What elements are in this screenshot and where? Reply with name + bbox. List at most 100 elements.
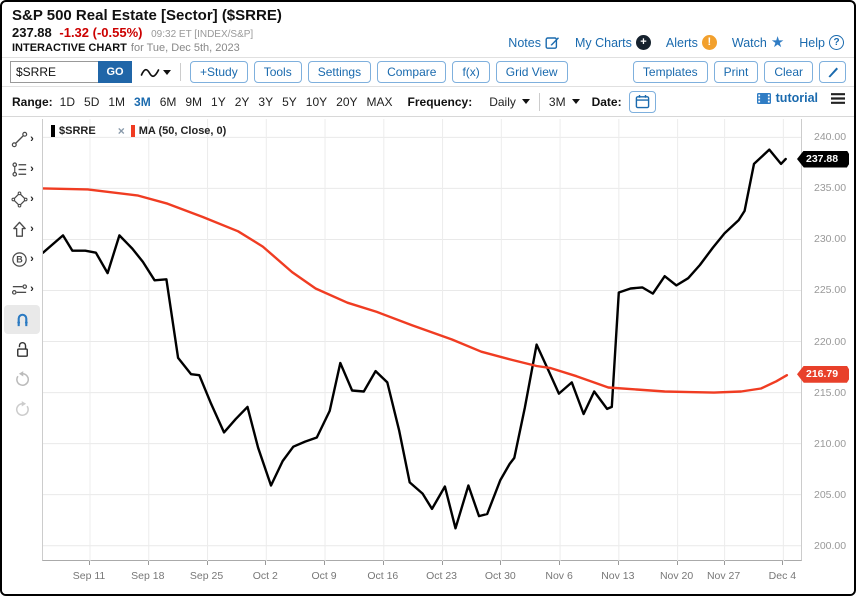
- x-axis-tick: [559, 561, 560, 565]
- rangebar-divider: [539, 93, 540, 111]
- x-axis-tick: [89, 561, 90, 565]
- notes-link[interactable]: Notes: [508, 35, 560, 50]
- range-10y[interactable]: 10Y: [306, 95, 327, 109]
- range-5y[interactable]: 5Y: [282, 95, 297, 109]
- x-axis-tick-label: Sep 11: [73, 570, 106, 582]
- svg-text:B: B: [16, 255, 23, 265]
- help-link[interactable]: Help ?: [799, 35, 844, 50]
- notes-edit-icon: [545, 35, 560, 50]
- frequency-label: Frequency:: [408, 95, 473, 109]
- watch-link[interactable]: Watch ★: [732, 35, 784, 50]
- x-axis-tick: [677, 561, 678, 565]
- compare-button[interactable]: Compare: [377, 61, 446, 83]
- date-label: Date:: [592, 95, 622, 109]
- price-plot[interactable]: $SRRE × MA (50, Close, 0): [42, 119, 802, 561]
- chart-style-dropdown[interactable]: [140, 66, 171, 79]
- fx-button[interactable]: f(x): [452, 61, 489, 83]
- fibonacci-tool[interactable]: ›: [4, 155, 40, 184]
- redo-button[interactable]: [4, 395, 40, 424]
- clear-button[interactable]: Clear: [764, 61, 813, 83]
- levels-tool[interactable]: ›: [4, 275, 40, 304]
- y-axis-tick-label: 205.00: [814, 489, 846, 501]
- chevron-right-icon: ›: [30, 194, 34, 205]
- x-axis-tick-label: Sep 18: [131, 570, 164, 582]
- x-axis-tick: [442, 561, 443, 565]
- ma-swatch: [131, 125, 135, 137]
- y-axis-tick-label: 210.00: [814, 438, 846, 450]
- symbol-input[interactable]: [10, 61, 98, 83]
- chevron-down-icon: [572, 99, 580, 104]
- x-axis-tick-label: Oct 23: [426, 570, 457, 582]
- x-axis-tick-label: Sep 25: [190, 570, 223, 582]
- legend-symbol: $SRRE: [51, 125, 96, 137]
- chevron-down-icon: [163, 70, 171, 75]
- y-axis-tick-label: 240.00: [814, 131, 846, 143]
- magnet-icon: [13, 310, 32, 329]
- add-study-button[interactable]: +Study: [190, 61, 248, 83]
- chart-window: S&P 500 Real Estate [Sector] ($SRRE) 237…: [0, 0, 856, 596]
- x-axis-tick-label: Nov 13: [601, 570, 634, 582]
- chevron-right-icon: ›: [30, 134, 34, 145]
- range-5d[interactable]: 5D: [84, 95, 99, 109]
- shapes-tool-icon: [10, 190, 29, 209]
- levels-tool-icon: [10, 280, 29, 299]
- range-1d[interactable]: 1D: [60, 95, 75, 109]
- trendline-tool[interactable]: ›: [4, 125, 40, 154]
- range-2y[interactable]: 2Y: [235, 95, 250, 109]
- quote-timestamp: 09:32 ET [INDEX/S&P]: [151, 29, 253, 40]
- grid-view-button[interactable]: Grid View: [496, 61, 568, 83]
- magnet-mode-toggle[interactable]: [4, 305, 40, 334]
- tools-button[interactable]: Tools: [254, 61, 302, 83]
- date-picker-button[interactable]: [629, 91, 656, 113]
- annotate-button[interactable]: [819, 61, 846, 83]
- range-1y[interactable]: 1Y: [211, 95, 226, 109]
- x-axis-tick: [265, 561, 266, 565]
- range-20y[interactable]: 20Y: [336, 95, 357, 109]
- arrow-annotation-tool[interactable]: ›: [4, 215, 40, 244]
- symbol-entry: GO: [10, 61, 132, 83]
- range-3m-selected[interactable]: 3M: [134, 95, 151, 109]
- alerts-link[interactable]: Alerts !: [666, 35, 717, 50]
- arrow-up-icon: [10, 220, 29, 239]
- tutorial-link[interactable]: tutorial: [776, 91, 818, 105]
- range-bar: Range: 1D 5D 1M 3M 6M 9M 1Y 2Y 3Y 5Y 10Y…: [2, 87, 854, 116]
- go-button[interactable]: GO: [98, 61, 132, 83]
- print-button[interactable]: Print: [714, 61, 759, 83]
- shapes-tool[interactable]: ›: [4, 185, 40, 214]
- x-axis-tick-label: Oct 2: [253, 570, 278, 582]
- templates-button[interactable]: Templates: [633, 61, 708, 83]
- drawing-tools-sidebar: › › › › B › ›: [2, 117, 42, 594]
- settings-button[interactable]: Settings: [308, 61, 371, 83]
- line-style-icon: [140, 66, 160, 79]
- my-charts-link[interactable]: My Charts +: [575, 35, 651, 50]
- y-axis-labels: 237.88 216.79 240.00235.00230.00225.0022…: [803, 119, 856, 561]
- range-1m[interactable]: 1M: [108, 95, 125, 109]
- y-axis-tick-label: 235.00: [814, 182, 846, 194]
- x-axis-tick-label: Dec 4: [769, 570, 796, 582]
- range-3y[interactable]: 3Y: [258, 95, 273, 109]
- range-max[interactable]: MAX: [367, 95, 393, 109]
- x-axis-tick: [500, 561, 501, 565]
- y-axis-tick-label: 225.00: [814, 284, 846, 296]
- x-axis-tick: [782, 561, 783, 565]
- x-axis-tick: [324, 561, 325, 565]
- tutorial-group: tutorial: [757, 91, 846, 105]
- tutorial-video-icon: [757, 93, 771, 104]
- last-price: 237.88: [12, 25, 52, 40]
- range-9m[interactable]: 9M: [185, 95, 202, 109]
- range-6m[interactable]: 6M: [160, 95, 177, 109]
- unlock-icon: [13, 340, 32, 359]
- question-circle-icon: ?: [829, 35, 844, 50]
- period-dropdown[interactable]: 3M: [549, 95, 580, 109]
- trendline-tool-icon: [10, 130, 29, 149]
- price-chart-svg: [43, 119, 801, 561]
- undo-button[interactable]: [4, 365, 40, 394]
- frequency-dropdown[interactable]: Daily: [489, 95, 530, 109]
- plus-circle-icon: +: [636, 35, 651, 50]
- remove-overlay-icon[interactable]: ×: [118, 124, 125, 138]
- text-annotation-tool[interactable]: B ›: [4, 245, 40, 274]
- header: S&P 500 Real Estate [Sector] ($SRRE) 237…: [2, 2, 854, 58]
- lock-annotations-toggle[interactable]: [4, 335, 40, 364]
- menu-hamburger-icon[interactable]: [830, 92, 846, 105]
- x-axis-tick-label: Nov 6: [545, 570, 572, 582]
